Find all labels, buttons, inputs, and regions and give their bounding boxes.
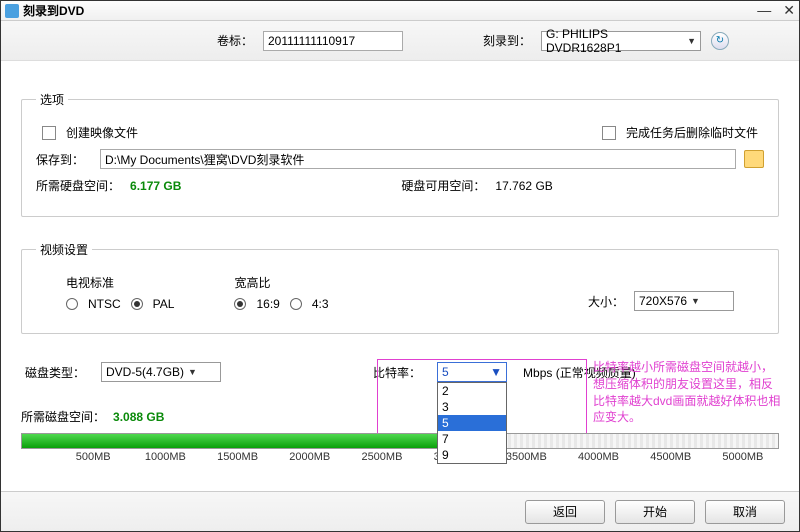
a43-label: 4:3 xyxy=(312,297,329,311)
video-legend: 视频设置 xyxy=(36,241,92,258)
options-group: 选项 创建映像文件 完成任务后删除临时文件 保存到： D:\My Documen… xyxy=(21,91,779,217)
annotation-text: 比特率越小所需磁盘空间就越小，想压缩体积的朋友设置这里，相反比特率越大dvd画面… xyxy=(593,359,783,426)
req-space-value: 6.177 GB xyxy=(130,179,181,193)
disc-type-dropdown[interactable]: DVD-5(4.7GB) ▼ xyxy=(101,362,221,382)
disk-req-label: 所需磁盘空间： xyxy=(21,408,105,425)
chevron-down-icon: ▼ xyxy=(691,296,700,306)
disk-usage-fill xyxy=(22,434,460,448)
footer: 返回 开始 取消 xyxy=(1,491,799,531)
tick-label: 4000MB xyxy=(578,451,619,463)
create-image-checkbox[interactable] xyxy=(42,126,56,140)
aspect-label: 宽高比 xyxy=(234,274,328,291)
minimize-icon[interactable]: — xyxy=(757,2,771,19)
bitrate-option[interactable]: 2 xyxy=(438,383,506,399)
volume-input[interactable] xyxy=(263,31,403,51)
tick-label: 500MB xyxy=(76,451,111,463)
req-space-label: 所需硬盘空间： xyxy=(36,177,120,194)
disk-usage-bar xyxy=(21,433,779,449)
saveto-input[interactable]: D:\My Documents\狸窝\DVD刻录软件 xyxy=(100,149,736,169)
back-button[interactable]: 返回 xyxy=(525,500,605,524)
create-image-label: 创建映像文件 xyxy=(66,124,138,141)
a169-label: 16:9 xyxy=(256,297,279,311)
burnto-value: G: PHILIPS DVDR1628P1 xyxy=(546,27,683,55)
delete-temp-label: 完成任务后删除临时文件 xyxy=(626,124,758,141)
tick-label: 1500MB xyxy=(217,451,258,463)
options-legend: 选项 xyxy=(36,91,68,108)
pal-label: PAL xyxy=(153,297,175,311)
bitrate-options-list[interactable]: 23579 xyxy=(437,382,507,464)
refresh-button[interactable]: ↻ xyxy=(711,32,729,50)
video-group: 视频设置 电视标准 NTSC PAL 宽高比 16:9 xyxy=(21,241,779,334)
pal-radio[interactable] xyxy=(131,298,143,310)
browse-folder-button[interactable] xyxy=(744,150,764,168)
tick-label: 3500MB xyxy=(506,451,547,463)
titlebar: 刻录到DVD — ✕ xyxy=(1,1,799,21)
window-title: 刻录到DVD xyxy=(23,2,757,19)
tick-label: 1000MB xyxy=(145,451,186,463)
tick-label: 5000MB xyxy=(722,451,763,463)
tv-label: 电视标准 xyxy=(66,274,174,291)
disc-type-label: 磁盘类型： xyxy=(25,364,85,381)
tick-label: 2500MB xyxy=(361,451,402,463)
a43-radio[interactable] xyxy=(290,298,302,310)
avail-space-value: 17.762 GB xyxy=(495,179,552,193)
bitrate-option[interactable]: 9 xyxy=(438,447,506,463)
close-icon[interactable]: ✕ xyxy=(783,2,795,19)
chevron-down-icon: ▼ xyxy=(188,367,197,377)
disk-req-value: 3.088 GB xyxy=(113,410,164,424)
top-row: 卷标： 刻录到： G: PHILIPS DVDR1628P1 ▼ ↻ xyxy=(1,21,799,61)
app-icon xyxy=(5,4,19,18)
bitrate-option[interactable]: 5 xyxy=(438,415,506,431)
bitrate-option[interactable]: 7 xyxy=(438,431,506,447)
disk-ticks: 500MB1000MB1500MB2000MB2500MB3000MB3500M… xyxy=(21,451,779,465)
start-button[interactable]: 开始 xyxy=(615,500,695,524)
size-label: 大小： xyxy=(588,293,624,310)
a169-radio[interactable] xyxy=(234,298,246,310)
ntsc-label: NTSC xyxy=(88,297,121,311)
avail-space-label: 硬盘可用空间： xyxy=(401,177,485,194)
cancel-button[interactable]: 取消 xyxy=(705,500,785,524)
ntsc-radio[interactable] xyxy=(66,298,78,310)
delete-temp-checkbox[interactable] xyxy=(602,126,616,140)
size-dropdown[interactable]: 720X576 ▼ xyxy=(634,291,734,311)
volume-label: 卷标： xyxy=(217,32,253,49)
tick-label: 2000MB xyxy=(289,451,330,463)
chevron-down-icon: ▼ xyxy=(687,36,696,46)
burnto-dropdown[interactable]: G: PHILIPS DVDR1628P1 ▼ xyxy=(541,31,701,51)
saveto-label: 保存到： xyxy=(36,151,92,168)
burnto-label: 刻录到： xyxy=(483,32,531,49)
bitrate-option[interactable]: 3 xyxy=(438,399,506,415)
tick-label: 4500MB xyxy=(650,451,691,463)
